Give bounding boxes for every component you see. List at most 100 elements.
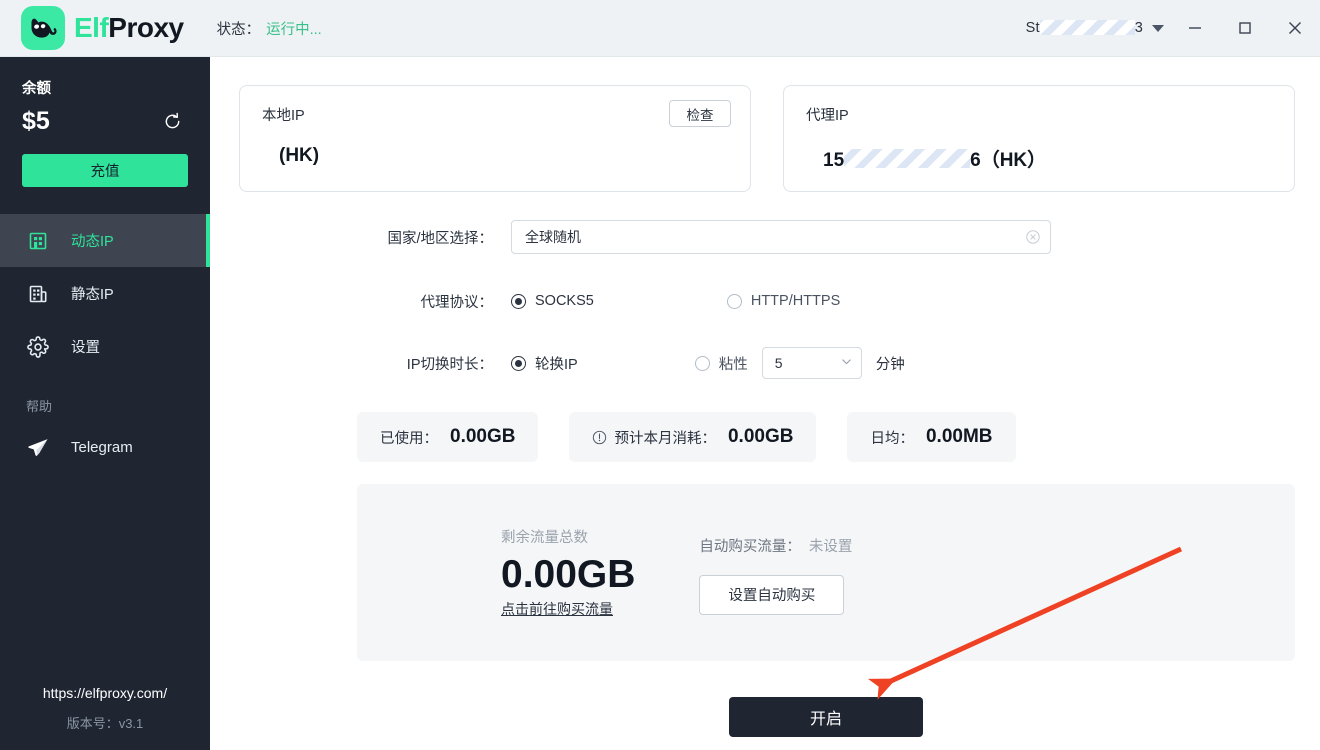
traffic-title: 剩余流量总数 <box>501 529 588 546</box>
stat-label-wrap: 预计本月消耗： <box>592 427 716 448</box>
connection-status: 状态： 运行中... <box>217 18 322 39</box>
sidebar-item-telegram[interactable]: Telegram <box>0 421 210 474</box>
static-ip-icon <box>26 283 50 305</box>
check-ip-button[interactable]: 检查 <box>669 100 731 127</box>
region-select[interactable]: 全球随机 <box>511 220 1051 254</box>
balance-amount: $5 <box>22 107 50 135</box>
balance-section: 余额 $5 <box>0 57 210 136</box>
protocol-option-http[interactable]: HTTP/HTTPS <box>726 293 841 309</box>
rotation-label: IP切换时长： <box>406 356 493 373</box>
cat-logo-icon <box>21 6 65 50</box>
traffic-panel: 剩余流量总数 0.00GB 点击前往购买流量 自动购买流量： 未设置 设置自动购买 <box>357 484 1295 661</box>
sidebar-item-label: Telegram <box>71 439 133 456</box>
configure-auto-purchase-button[interactable]: 设置自动购买 <box>699 574 845 615</box>
local-ip-title: 本地IP <box>262 108 305 124</box>
version-label: 版本号：v3.1 <box>66 716 144 731</box>
auto-purchase-value: 未设置 <box>808 538 853 555</box>
sidebar-item-static-ip[interactable]: 静态IP <box>0 267 210 320</box>
rotation-option-label: 轮换IP <box>535 356 578 373</box>
dynamic-ip-icon <box>26 230 50 252</box>
website-link[interactable]: https://elfproxy.com/ <box>0 685 210 701</box>
settings-form: 国家/地区选择： 全球随机 代理协议： SOCKS5 HTTP/HTTPS IP… <box>239 192 1295 386</box>
proxy-ip-redaction <box>844 149 971 168</box>
region-label: 国家/地区选择： <box>387 230 493 247</box>
ip-cards-row: 本地IP (HK) 检查 代理IP 15 6（HK） <box>239 85 1295 192</box>
start-proxy-button[interactable]: 开启 <box>729 697 923 737</box>
sidebar-item-label: 动态IP <box>71 234 114 250</box>
protocol-option-label: HTTP/HTTPS <box>750 293 841 309</box>
minimize-icon[interactable] <box>1170 0 1220 57</box>
protocol-option-label: SOCKS5 <box>535 293 594 309</box>
brand-prefix: Elf <box>74 12 109 43</box>
local-ip-value: (HK) <box>279 145 320 166</box>
rotation-option-sticky[interactable]: 粘性 <box>694 353 748 374</box>
chevron-down-icon <box>1152 24 1164 32</box>
proxy-ip-title: 代理IP <box>806 108 849 124</box>
clear-circle-icon[interactable] <box>1026 230 1040 244</box>
sticky-minutes-select[interactable]: 5 <box>761 347 862 379</box>
region-select-value: 全球随机 <box>525 229 581 245</box>
proxy-ip-value: 15 6（HK） <box>806 145 1276 172</box>
refresh-icon[interactable] <box>163 112 182 131</box>
gear-icon <box>26 335 50 358</box>
traffic-summary: 剩余流量总数 0.00GB 点击前往购买流量 <box>501 526 635 620</box>
rotation-option-label: 粘性 <box>718 356 748 373</box>
stat-estimated-month: 预计本月消耗： 0.00GB <box>569 412 817 462</box>
stat-used: 已使用： 0.00GB <box>357 412 539 462</box>
auto-purchase-label: 自动购买流量： <box>699 538 801 555</box>
stat-label: 已使用： <box>380 430 438 447</box>
auto-purchase-status: 自动购买流量： 未设置 <box>699 535 852 556</box>
stat-value: 0.00GB <box>450 426 516 447</box>
balance-label: 余额 <box>22 81 51 97</box>
rotation-row: IP切换时长： 轮换IP 粘性 5 分钟 <box>239 340 1295 386</box>
proxy-ip-card: 代理IP 15 6（HK） <box>783 85 1295 192</box>
sidebar-item-label: 静态IP <box>71 287 114 303</box>
radio-selected-icon <box>511 293 526 309</box>
title-bar: ElfProxy 状态： 运行中... St 3 <box>0 0 1320 57</box>
close-icon[interactable] <box>1270 0 1320 57</box>
protocol-label: 代理协议： <box>420 294 494 311</box>
brand-title: ElfProxy <box>74 12 184 44</box>
buy-traffic-link[interactable]: 点击前往购买流量 <box>501 599 613 619</box>
protocol-row: 代理协议： SOCKS5 HTTP/HTTPS <box>239 278 1295 324</box>
rotation-option-rotate[interactable]: 轮换IP <box>511 353 578 374</box>
status-value: 运行中... <box>266 21 322 38</box>
account-menu[interactable]: St 3 <box>1026 20 1170 36</box>
maximize-icon[interactable] <box>1220 0 1270 57</box>
region-row: 国家/地区选择： 全球随机 <box>239 214 1295 260</box>
sidebar-item-dynamic-ip[interactable]: 动态IP <box>0 214 210 267</box>
protocol-option-socks5[interactable]: SOCKS5 <box>511 293 594 309</box>
stat-value: 0.00MB <box>925 426 993 447</box>
sticky-minutes-value: 5 <box>774 355 783 371</box>
start-button-row: 开启 <box>239 697 1295 737</box>
stat-label: 日均： <box>870 430 914 447</box>
help-section-label: 帮助 <box>26 399 53 414</box>
traffic-value: 0.00GB <box>501 552 636 596</box>
app-window: ElfProxy 状态： 运行中... St 3 余额 $5 充值 动态IP 静… <box>0 0 1320 750</box>
sidebar-footer: https://elfproxy.com/ 版本号：v3.1 <box>0 685 210 750</box>
auto-purchase-section: 自动购买流量： 未设置 设置自动购买 <box>699 531 852 615</box>
brand-area: ElfProxy <box>0 6 184 50</box>
account-name-prefix: St <box>1025 20 1040 36</box>
sidebar-item-label: 设置 <box>71 340 100 356</box>
sidebar-nav: 动态IP 静态IP 设置 <box>0 214 210 373</box>
account-name-redaction <box>1039 20 1135 35</box>
proxy-ip-suffix: 6（HK） <box>970 150 1047 171</box>
account-name: St 3 <box>1026 20 1143 36</box>
sidebar-item-settings[interactable]: 设置 <box>0 320 210 373</box>
chevron-down-icon <box>840 355 853 371</box>
usage-stats-row: 已使用： 0.00GB 预计本月消耗： 0.00GB 日均： 0.00MB <box>239 412 1295 462</box>
recharge-button[interactable]: 充值 <box>22 154 188 187</box>
status-label: 状态： <box>216 21 261 38</box>
stat-daily-average: 日均： 0.00MB <box>847 412 1016 462</box>
local-ip-card: 本地IP (HK) 检查 <box>239 85 751 192</box>
minutes-unit-label: 分钟 <box>875 356 905 373</box>
balance-row: $5 <box>22 107 188 136</box>
main-content: 本地IP (HK) 检查 代理IP 15 6（HK） 国家/地区选择： 全球随机 <box>210 57 1320 750</box>
info-icon <box>592 430 607 445</box>
stat-value: 0.00GB <box>727 426 794 447</box>
stat-label: 预计本月消耗： <box>614 430 716 447</box>
radio-selected-icon <box>511 355 526 371</box>
proxy-ip-prefix: 15 <box>823 150 845 171</box>
radio-unselected-icon <box>694 355 710 371</box>
